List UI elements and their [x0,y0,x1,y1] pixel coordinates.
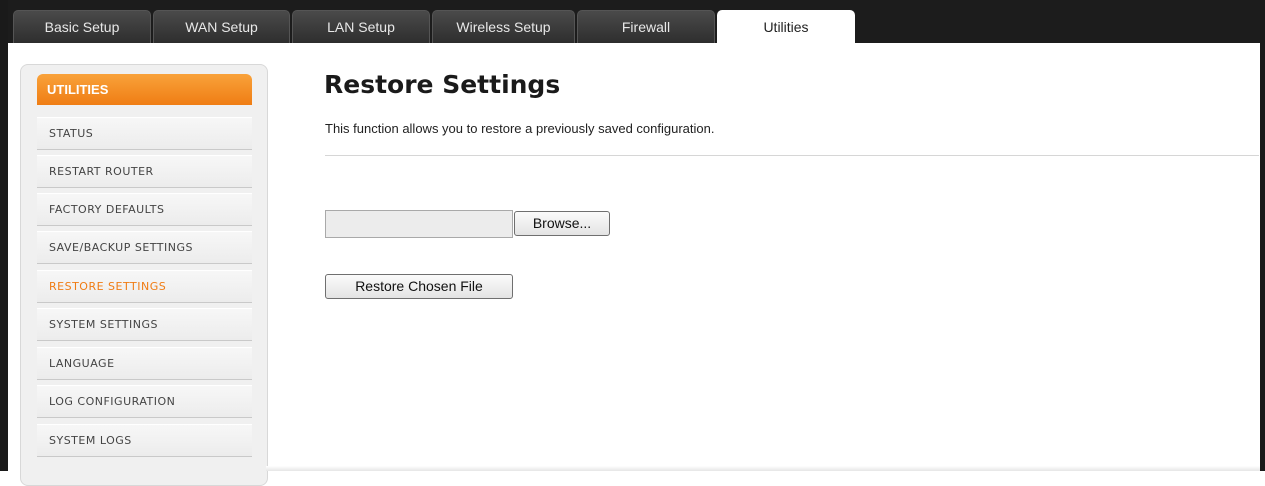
tab-lan-setup[interactable]: LAN Setup [292,10,430,43]
divider [325,155,1259,156]
window-frame-right [1260,0,1265,471]
sidebar-item-factory-defaults[interactable]: FACTORY DEFAULTS [37,193,252,226]
tab-wireless-setup[interactable]: Wireless Setup [432,10,575,43]
sidebar-item-language[interactable]: LANGUAGE [37,347,252,380]
sidebar-item-restart-router[interactable]: RESTART ROUTER [37,155,252,188]
tab-utilities[interactable]: Utilities [717,10,855,44]
browse-button[interactable]: Browse... [514,211,610,236]
bottom-border [266,466,1260,471]
tab-firewall[interactable]: Firewall [577,10,715,43]
file-path-field[interactable] [325,210,513,238]
sidebar-item-restore-settings[interactable]: RESTORE SETTINGS [37,270,252,303]
sidebar-item-system-settings[interactable]: SYSTEM SETTINGS [37,308,252,341]
page-description: This function allows you to restore a pr… [325,121,715,136]
page-title: Restore Settings [324,70,561,99]
sidebar-item-save-backup-settings[interactable]: SAVE/BACKUP SETTINGS [37,231,252,264]
sidebar-header: UTILITIES [37,74,252,105]
sidebar-item-system-logs[interactable]: SYSTEM LOGS [37,424,252,457]
sidebar: UTILITIES STATUS RESTART ROUTER FACTORY … [20,64,268,486]
window-frame-left [0,0,8,471]
tab-basic-setup[interactable]: Basic Setup [13,10,151,43]
tab-wan-setup[interactable]: WAN Setup [153,10,290,43]
sidebar-item-status[interactable]: STATUS [37,117,252,150]
restore-chosen-file-button[interactable]: Restore Chosen File [325,274,513,299]
sidebar-item-log-configuration[interactable]: LOG CONFIGURATION [37,385,252,418]
top-navigation: Basic Setup WAN Setup LAN Setup Wireless… [8,0,1260,44]
